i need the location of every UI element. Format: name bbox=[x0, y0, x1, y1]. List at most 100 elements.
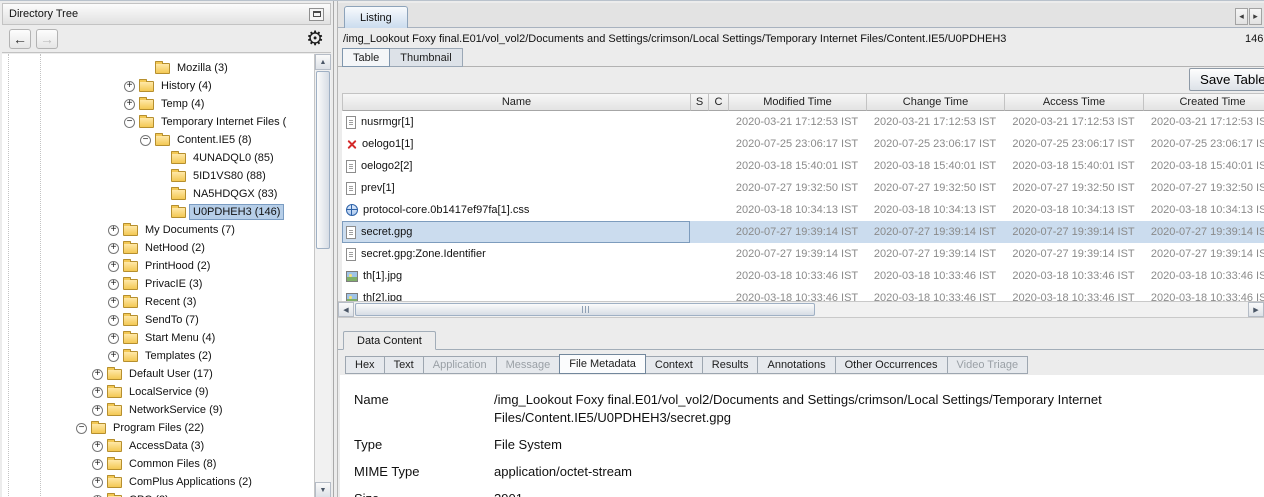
tree-item[interactable]: +Default User (17) bbox=[2, 365, 314, 383]
table-row[interactable]: prev[1]2020-07-27 19:32:50 IST2020-07-27… bbox=[342, 177, 1264, 199]
collapse-node-icon[interactable]: − bbox=[76, 423, 87, 434]
tree-item[interactable]: +AccessData (3) bbox=[2, 437, 314, 455]
expand-node-icon[interactable]: + bbox=[108, 279, 119, 290]
tree-item[interactable]: U0PDHEH3 (146) bbox=[2, 203, 314, 221]
tab-scroll-left-button[interactable]: ◂ bbox=[1235, 8, 1248, 25]
column-header-s[interactable]: S bbox=[691, 93, 709, 111]
tree-item-label: My Documents (7) bbox=[142, 223, 238, 237]
tree-item[interactable]: −Content.IE5 (8) bbox=[2, 131, 314, 149]
tree-item[interactable]: +LocalService (9) bbox=[2, 383, 314, 401]
tab-table[interactable]: Table bbox=[342, 48, 390, 67]
tree-item[interactable]: 4UNADQL0 (85) bbox=[2, 149, 314, 167]
back-button[interactable]: ← bbox=[9, 29, 31, 49]
expand-node-icon[interactable]: + bbox=[124, 81, 135, 92]
tree-item-label: NetworkService (9) bbox=[126, 403, 226, 417]
scroll-up-button[interactable]: ▲ bbox=[315, 54, 331, 70]
expand-node-icon[interactable]: + bbox=[92, 441, 103, 452]
tree-item[interactable]: +ComPlus Applications (2) bbox=[2, 473, 314, 491]
table-row[interactable]: secret.gpg2020-07-27 19:39:14 IST2020-07… bbox=[342, 221, 1264, 243]
tree-item[interactable]: −Program Files (22) bbox=[2, 419, 314, 437]
hscrollbar-thumb[interactable] bbox=[355, 303, 815, 316]
tab-results[interactable]: Results bbox=[702, 356, 759, 374]
tab-file-metadata[interactable]: File Metadata bbox=[559, 354, 646, 374]
scroll-right-button[interactable]: ▶ bbox=[1248, 302, 1264, 317]
scroll-left-button[interactable]: ◀ bbox=[338, 302, 354, 317]
tab-hex[interactable]: Hex bbox=[345, 356, 385, 374]
table-row[interactable]: oelogo1[1]2020-07-25 23:06:17 IST2020-07… bbox=[342, 133, 1264, 155]
tree-item-label: History (4) bbox=[158, 79, 215, 93]
tree-item[interactable]: +SendTo (7) bbox=[2, 311, 314, 329]
table-row[interactable]: th[2].jpg2020-03-18 10:33:46 IST2020-03-… bbox=[342, 287, 1264, 301]
expand-node-icon[interactable]: + bbox=[92, 405, 103, 416]
tree-item[interactable]: +Recent (3) bbox=[2, 293, 314, 311]
tab-thumbnail[interactable]: Thumbnail bbox=[389, 48, 462, 67]
tree-item[interactable]: +Temp (4) bbox=[2, 95, 314, 113]
table-row[interactable]: th[1].jpg2020-03-18 10:33:46 IST2020-03-… bbox=[342, 265, 1264, 287]
modified-time-cell: 2020-07-27 19:39:14 IST bbox=[728, 243, 866, 265]
expand-node-icon[interactable]: + bbox=[108, 243, 119, 254]
table-horizontal-scrollbar[interactable]: ◀ ▶ bbox=[338, 301, 1264, 318]
table-row[interactable]: oelogo2[2]2020-03-18 15:40:01 IST2020-03… bbox=[342, 155, 1264, 177]
minimize-panel-button[interactable] bbox=[309, 8, 324, 21]
tree-scrollbar-thumb[interactable] bbox=[316, 71, 330, 249]
forward-button[interactable]: → bbox=[36, 29, 58, 49]
tree-item[interactable]: 5ID1VS80 (88) bbox=[2, 167, 314, 185]
expand-node-icon[interactable]: + bbox=[124, 99, 135, 110]
tab-text[interactable]: Text bbox=[384, 356, 424, 374]
tab-annotations[interactable]: Annotations bbox=[757, 356, 835, 374]
tab-scroll-right-button[interactable]: ▸ bbox=[1249, 8, 1262, 25]
modified-time-cell: 2020-07-27 19:32:50 IST bbox=[728, 177, 866, 199]
tab-listing[interactable]: Listing bbox=[344, 6, 408, 28]
expand-node-icon[interactable]: + bbox=[92, 369, 103, 380]
tab-data-content[interactable]: Data Content bbox=[343, 331, 436, 350]
collapse-node-icon[interactable]: − bbox=[140, 135, 151, 146]
tree-item[interactable]: + NetworkService (9) bbox=[2, 401, 314, 419]
tree-item[interactable]: +NetHood (2) bbox=[2, 239, 314, 257]
expand-node-icon[interactable]: + bbox=[108, 351, 119, 362]
tree-item[interactable]: +CPC (3) bbox=[2, 491, 314, 497]
tree-item-label: NA5HDQGX (83) bbox=[190, 187, 280, 201]
metadata-fields: Name/img_Lookout Foxy final.E01/vol_vol2… bbox=[354, 391, 1264, 497]
tree-item[interactable]: + History (4) bbox=[2, 77, 314, 95]
tree-item[interactable]: Mozilla (3) bbox=[2, 59, 314, 77]
expand-node-icon[interactable]: + bbox=[92, 459, 103, 470]
tree-item[interactable]: +PrintHood (2) bbox=[2, 257, 314, 275]
tree-item[interactable]: NA5HDQGX (83) bbox=[2, 185, 314, 203]
tree-item[interactable]: +Templates (2) bbox=[2, 347, 314, 365]
folder-icon bbox=[139, 81, 154, 92]
collapse-node-icon[interactable]: − bbox=[124, 117, 135, 128]
tab-context[interactable]: Context bbox=[645, 356, 703, 374]
table-row[interactable]: secret.gpg:Zone.Identifier2020-07-27 19:… bbox=[342, 243, 1264, 265]
access-time-cell: 2020-03-18 10:33:46 IST bbox=[1004, 287, 1143, 301]
save-table-button[interactable]: Save Table as CSV bbox=[1189, 68, 1264, 91]
column-header-modified-time[interactable]: Modified Time bbox=[729, 93, 867, 111]
file-name: th[1].jpg bbox=[363, 270, 402, 282]
tree-vertical-scrollbar[interactable]: ▲ ▼ bbox=[314, 54, 331, 497]
tree-item[interactable]: +Start Menu (4) bbox=[2, 329, 314, 347]
file-name-cell: nusrmgr[1] bbox=[342, 111, 690, 133]
expand-node-icon[interactable]: + bbox=[108, 333, 119, 344]
tree-item[interactable]: +Common Files (8) bbox=[2, 455, 314, 473]
column-header-change-time[interactable]: Change Time bbox=[867, 93, 1005, 111]
table-row[interactable]: protocol-core.0b1417ef97fa[1].css2020-03… bbox=[342, 199, 1264, 221]
tree-item[interactable]: + My Documents (7) bbox=[2, 221, 314, 239]
expand-node-icon[interactable]: + bbox=[108, 297, 119, 308]
expand-node-icon[interactable]: + bbox=[92, 387, 103, 398]
table-row[interactable]: nusrmgr[1]2020-03-21 17:12:53 IST2020-03… bbox=[342, 111, 1264, 133]
tree-item[interactable]: +PrivacIE (3) bbox=[2, 275, 314, 293]
expand-node-icon[interactable]: + bbox=[108, 315, 119, 326]
folder-icon bbox=[107, 405, 122, 416]
expand-node-icon[interactable]: + bbox=[108, 225, 119, 236]
column-header-name[interactable]: Name bbox=[343, 93, 691, 111]
access-time-cell: 2020-07-25 23:06:17 IST bbox=[1004, 133, 1143, 155]
change-time-cell: 2020-03-18 10:33:46 IST bbox=[866, 287, 1004, 301]
column-header-c[interactable]: C bbox=[709, 93, 729, 111]
tab-other-occurrences[interactable]: Other Occurrences bbox=[835, 356, 948, 374]
scroll-down-button[interactable]: ▼ bbox=[315, 482, 331, 497]
tree-item[interactable]: −Temporary Internet Files ( bbox=[2, 113, 314, 131]
expand-node-icon[interactable]: + bbox=[92, 477, 103, 488]
tree-options-button[interactable]: ⚙ bbox=[306, 29, 324, 49]
column-header-access-time[interactable]: Access Time bbox=[1005, 93, 1144, 111]
expand-node-icon[interactable]: + bbox=[108, 261, 119, 272]
column-header-created-time[interactable]: Created Time bbox=[1144, 93, 1264, 111]
